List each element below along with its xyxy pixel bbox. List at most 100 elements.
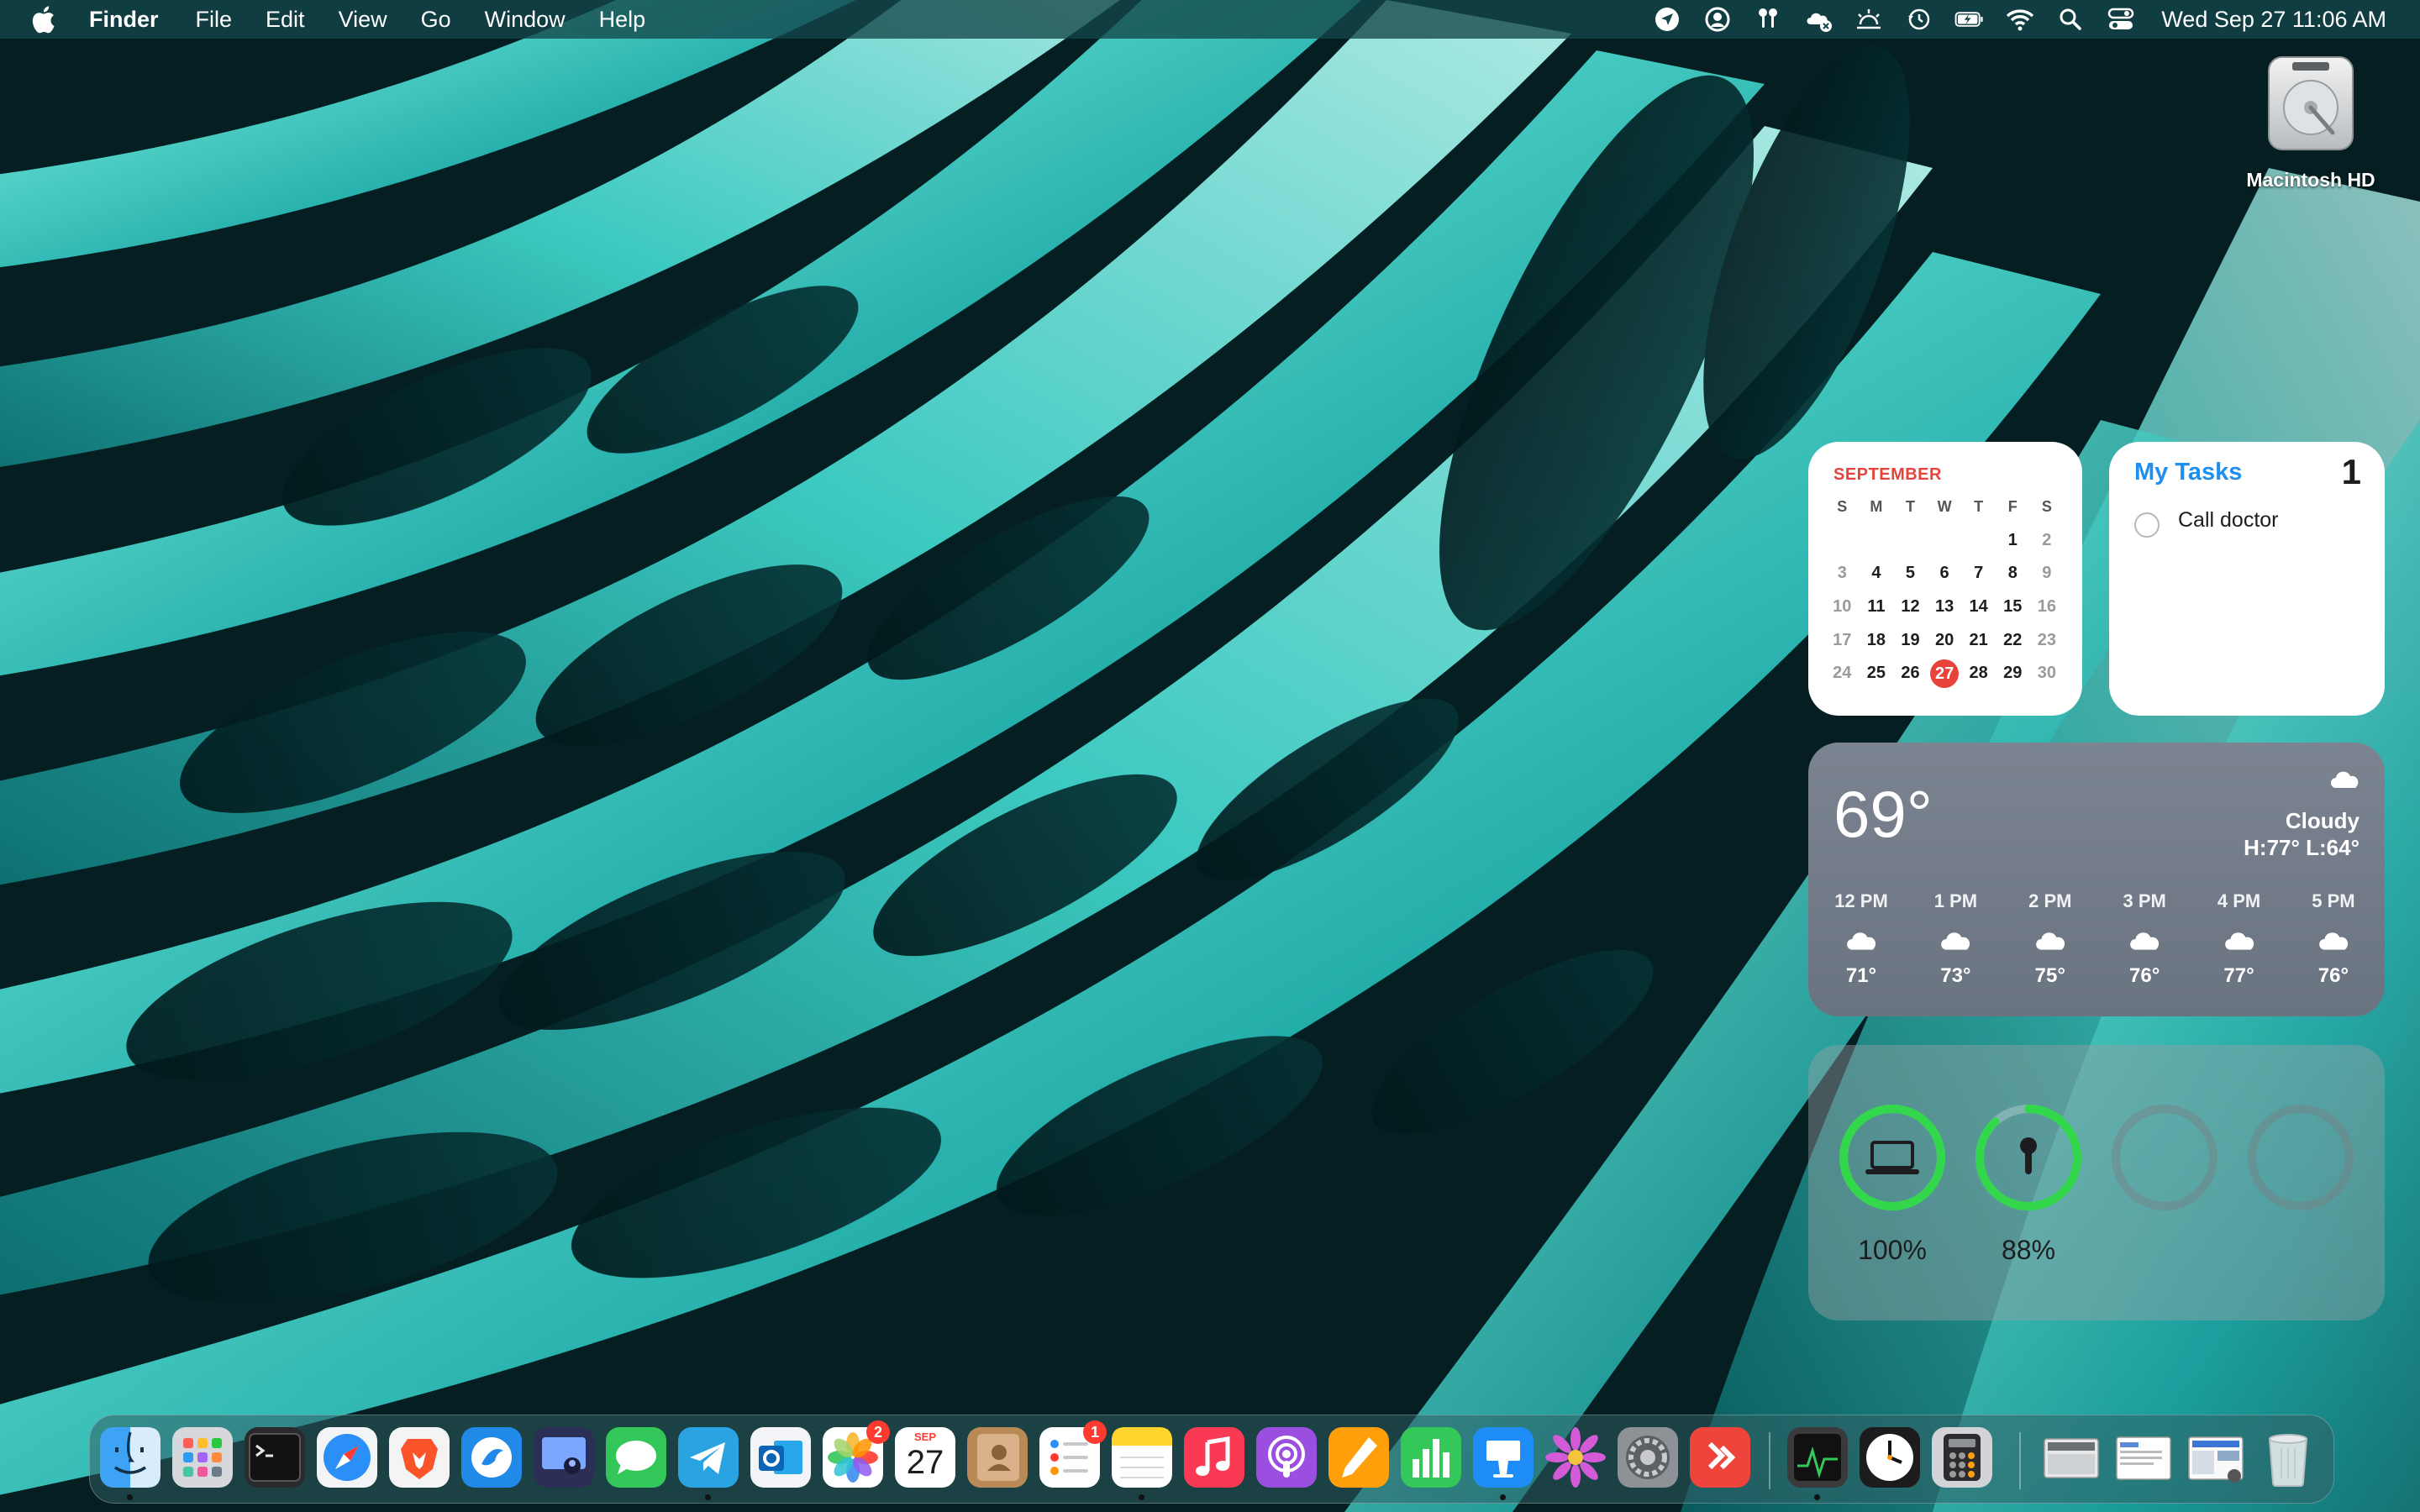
dock-stack-screenshots[interactable] — [2186, 1427, 2246, 1488]
weekday-label: T — [1905, 498, 1915, 516]
hour-temperature: 75° — [2034, 964, 2065, 987]
hour-label: 1 PM — [1933, 890, 1978, 911]
hour-temperature: 71° — [1845, 964, 1877, 987]
dock-system-settings[interactable] — [1618, 1427, 1678, 1488]
notes-icon — [1112, 1427, 1172, 1488]
calendar-day: 22 — [2003, 630, 2023, 649]
dock-notes[interactable] — [1112, 1427, 1172, 1488]
calendar-day: 10 — [1833, 597, 1852, 617]
calendar-widget[interactable]: SEPTEMBER S M T W T F S 1 2 3 4 5 6 7 8 … — [1808, 442, 2082, 716]
dock-separator — [2019, 1432, 2021, 1489]
running-indicator — [705, 1494, 711, 1500]
hourly-forecast-item: 1 PM 73° — [1918, 890, 1993, 988]
calendar-grid: S M T W T F S 1 2 3 4 5 6 7 8 9 10 11 12… — [1825, 491, 2069, 690]
dock-pages[interactable] — [1328, 1427, 1389, 1488]
menu-app-name[interactable]: Finder — [89, 7, 159, 33]
dock-messages[interactable] — [606, 1427, 666, 1488]
weather-condition: Cloudy — [2285, 808, 2360, 833]
dock-safari[interactable] — [317, 1427, 377, 1488]
dock-terminal[interactable] — [245, 1427, 305, 1488]
dock-daisy-app[interactable] — [1545, 1427, 1606, 1488]
weekday-label: M — [1870, 498, 1883, 516]
reminders-widget[interactable]: My Tasks 1 Call doctor — [2109, 442, 2385, 716]
dock-screen-sharing[interactable] — [534, 1427, 594, 1488]
documents-stack-icon — [2116, 1436, 2171, 1480]
dock: 2 SEP 27 1 — [89, 1415, 2334, 1504]
hourly-forecast-item: 5 PM 76° — [2296, 890, 2371, 988]
calendar-day: 13 — [1934, 597, 1954, 617]
calendar-day: 4 — [1871, 564, 1881, 583]
current-temperature: 69° — [1833, 777, 1933, 851]
airpods-battery-ring — [1975, 1105, 2081, 1210]
dock-launchpad[interactable] — [172, 1427, 233, 1488]
dock-remote-desktop[interactable] — [1690, 1427, 1750, 1488]
dock-calculator[interactable] — [1932, 1427, 1992, 1488]
dock-telegram[interactable] — [678, 1427, 739, 1488]
wifi-icon[interactable] — [2005, 5, 2035, 34]
dock-podcasts[interactable] — [1256, 1427, 1317, 1488]
menu-file[interactable]: File — [196, 7, 233, 33]
hour-label: 4 PM — [2217, 890, 2261, 911]
dock-stack-folder[interactable] — [2041, 1427, 2102, 1488]
hour-label: 5 PM — [2312, 890, 2355, 911]
menu-edit[interactable]: Edit — [266, 7, 305, 33]
remote-desktop-icon — [1690, 1427, 1750, 1488]
running-indicator — [1139, 1494, 1144, 1500]
icloud-cloud-icon[interactable] — [1803, 5, 1833, 34]
calendar-day: 11 — [1867, 597, 1886, 617]
apple-menu-icon[interactable] — [30, 0, 59, 39]
menu-window[interactable]: Window — [485, 7, 566, 33]
time-machine-icon[interactable] — [1904, 5, 1934, 34]
battery-charging-icon[interactable] — [1954, 5, 1985, 34]
screenshots-stack-icon — [2188, 1436, 2244, 1483]
dock-bird-app[interactable] — [461, 1427, 522, 1488]
numbers-chart-icon — [1401, 1427, 1461, 1488]
dock-keynote[interactable] — [1473, 1427, 1534, 1488]
calendar-day: 9 — [2042, 564, 2052, 583]
weekday-label: T — [1974, 498, 1984, 516]
menu-view[interactable]: View — [339, 7, 387, 33]
airpods-icon[interactable] — [1753, 5, 1783, 34]
dock-reminders[interactable]: 1 — [1039, 1420, 1107, 1488]
dock-activity-monitor[interactable] — [1787, 1427, 1848, 1488]
dock-clock[interactable] — [1860, 1427, 1920, 1488]
dock-numbers[interactable] — [1401, 1427, 1461, 1488]
brave-lion-icon — [389, 1427, 450, 1488]
hour-label: 12 PM — [1834, 890, 1888, 911]
telegram-plane-icon — [678, 1427, 739, 1488]
reminder-item[interactable]: Call doctor — [2134, 502, 2279, 538]
dock-outlook[interactable] — [750, 1427, 811, 1488]
dock-stack-documents[interactable] — [2113, 1427, 2174, 1488]
brightness-icon[interactable] — [1854, 5, 1884, 34]
contacts-book-icon — [967, 1427, 1028, 1488]
search-icon[interactable] — [2055, 5, 2086, 34]
menu-help[interactable]: Help — [599, 7, 646, 33]
menu-go[interactable]: Go — [421, 7, 451, 33]
pages-pen-icon — [1328, 1427, 1389, 1488]
dock-calendar[interactable]: SEP 27 — [895, 1427, 955, 1488]
hourly-forecast-item: 2 PM 75° — [2012, 890, 2088, 988]
reminder-checkbox[interactable] — [2134, 512, 2160, 538]
running-indicator — [1814, 1494, 1820, 1500]
cloud-icon — [2012, 919, 2088, 959]
cloud-icon — [2328, 766, 2361, 794]
menu-clock[interactable]: Wed Sep 27 11:06 AM — [2161, 7, 2386, 33]
dock-brave[interactable] — [389, 1427, 450, 1488]
calculator-icon — [1932, 1427, 1992, 1488]
dock-trash[interactable] — [2258, 1427, 2318, 1488]
calendar-today-number: 27 — [1930, 659, 1960, 688]
dock-music[interactable] — [1184, 1427, 1244, 1488]
calendar-day: 12 — [1901, 597, 1920, 617]
dock-photos[interactable]: 2 — [823, 1420, 890, 1488]
dock-finder[interactable] — [100, 1427, 160, 1488]
photos-badge: 2 — [866, 1420, 890, 1444]
batteries-widget[interactable]: 100% 88% — [1808, 1045, 2385, 1320]
macintosh-hd-desktop-icon[interactable]: Macintosh HD — [2227, 52, 2395, 192]
control-center-icon[interactable] — [2106, 5, 2136, 34]
user-circle-icon[interactable] — [1702, 5, 1733, 34]
location-arrow-icon[interactable] — [1652, 5, 1682, 34]
weather-widget[interactable]: 69° Cloudy H:77° L:64° 12 PM 71° 1 PM 73… — [1808, 743, 2385, 1016]
hard-drive-icon — [2268, 56, 2354, 150]
running-indicator — [127, 1494, 133, 1500]
dock-contacts[interactable] — [967, 1427, 1028, 1488]
